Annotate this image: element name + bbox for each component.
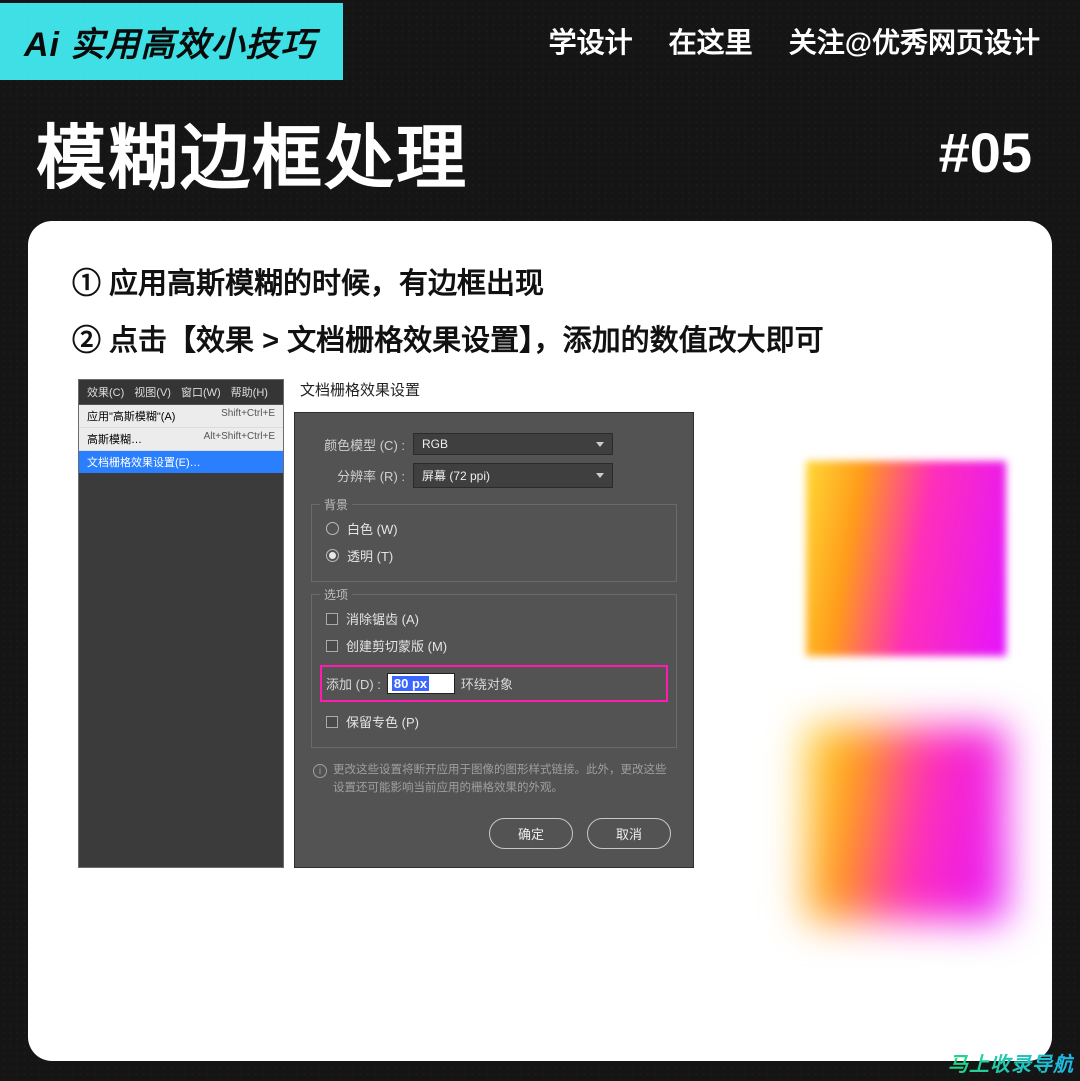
select-color-model[interactable]: RGB [413,433,613,455]
check-antialias[interactable]: 消除锯齿 (A) [324,605,664,632]
title-row: 模糊边框处理 #05 [0,82,1080,221]
group-title-options: 选项 [320,586,352,603]
radio-icon [326,522,339,535]
radio-transparent[interactable]: 透明 (T) [324,542,664,569]
tagline-3: 关注@优秀网页设计 [789,21,1040,61]
page-title: 模糊边框处理 [36,102,468,203]
content-card: ① 应用高斯模糊的时候，有边框出现 ② 点击【效果 > 文档栅格效果设置】，添加… [28,221,1052,1061]
check-preserve-spot[interactable]: 保留专色 (P) [324,708,664,735]
radio-checked-icon [326,549,339,562]
menu-item-apply-gaussian[interactable]: 应用"高斯模糊"(A) Shift+Ctrl+E [79,405,283,428]
swatch-clean-blur [806,726,1006,921]
info-icon: i [313,764,327,778]
effect-menu-dropdown: 效果(C) 视图(V) 窗口(W) 帮助(H) 应用"高斯模糊"(A) Shif… [78,379,284,868]
group-title-background: 背景 [320,496,352,513]
cancel-button[interactable]: 取消 [587,818,671,849]
checkbox-icon [326,640,338,652]
menu-help[interactable]: 帮助(H) [227,383,272,401]
gradient-examples [806,461,1016,921]
label-resolution: 分辨率 (R) : [313,466,405,485]
checkbox-icon [326,716,338,728]
chevron-down-icon [596,473,604,478]
menu-view[interactable]: 视图(V) [130,383,175,401]
ok-button[interactable]: 确定 [489,818,573,849]
checkbox-icon [326,613,338,625]
group-background: 背景 白色 (W) 透明 (T) [311,504,677,582]
watermark: 马上收录导航 [948,1048,1074,1077]
select-resolution[interactable]: 屏幕 (72 ppi) [413,463,613,488]
dialog-title: 文档栅格效果设置 [300,379,1032,400]
header-banner: Ai 实用高效小技巧 学设计 在这里 关注@优秀网页设计 [0,0,1080,82]
tagline-1: 学设计 [549,21,633,61]
banner-tagline: 学设计 在这里 关注@优秀网页设计 [343,21,1080,61]
label-add: 添加 (D) : [326,674,381,693]
step-1: ① 应用高斯模糊的时候，有边框出现 [72,265,1008,304]
radio-white[interactable]: 白色 (W) [324,515,664,542]
dialog-info: i 更改这些设置将断开应用于图像的图形样式链接。此外，更改这些设置还可能影响当前… [295,752,693,804]
menu-bar: 效果(C) 视图(V) 窗口(W) 帮助(H) [79,380,283,405]
raster-settings-dialog: 颜色模型 (C) : RGB 分辨率 (R) : 屏幕 (72 ppi) 背景 [294,412,694,868]
input-add-value[interactable]: 80 px [387,673,455,694]
banner-title: Ai 实用高效小技巧 [0,3,343,80]
menu-window[interactable]: 窗口(W) [177,383,225,401]
group-options: 选项 消除锯齿 (A) 创建剪切蒙版 (M) 添加 (D) : 80 px 环绕… [311,594,677,748]
swatch-with-border-artifact [806,461,1006,656]
step-2: ② 点击【效果 > 文档栅格效果设置】，添加的数值改大即可 [72,322,1008,361]
tip-number: #05 [939,120,1032,185]
add-around-object-row: 添加 (D) : 80 px 环绕对象 [320,665,668,702]
check-clip-mask[interactable]: 创建剪切蒙版 (M) [324,632,664,659]
label-color-model: 颜色模型 (C) : [313,435,405,454]
row-color-model: 颜色模型 (C) : RGB [295,429,693,459]
menu-item-raster-settings[interactable]: 文档栅格效果设置(E)… [79,451,283,473]
row-resolution: 分辨率 (R) : 屏幕 (72 ppi) [295,459,693,492]
menu-item-gaussian-blur[interactable]: 高斯模糊… Alt+Shift+Ctrl+E [79,428,283,451]
label-add-suffix: 环绕对象 [461,674,513,693]
tagline-2: 在这里 [669,21,753,61]
menu-effect[interactable]: 效果(C) [83,383,128,401]
chevron-down-icon [596,442,604,447]
